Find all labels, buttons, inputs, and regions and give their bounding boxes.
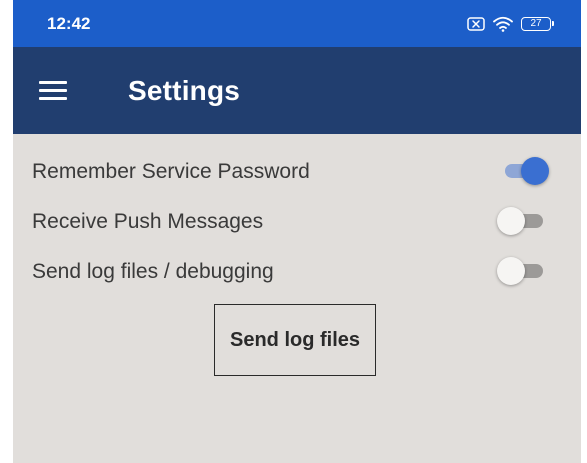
- toggle-thumb: [497, 257, 525, 285]
- setting-label: Receive Push Messages: [32, 210, 264, 233]
- setting-row-send-log-files: Send log files / debugging: [13, 252, 581, 292]
- setting-row-push-messages: Receive Push Messages: [13, 202, 581, 242]
- hamburger-menu-icon: [39, 81, 67, 101]
- setting-row-remember-password: Remember Service Password: [13, 152, 581, 192]
- toggle-thumb: [497, 207, 525, 235]
- status-bar: 12:42 27: [13, 0, 581, 47]
- app-screen: 12:42 27 Settings Remember Service Passw…: [13, 0, 581, 463]
- app-bar: Settings: [13, 47, 581, 134]
- status-icons: 27: [467, 14, 554, 34]
- toggle-thumb: [521, 157, 549, 185]
- status-time: 12:42: [47, 14, 91, 33]
- send-log-files-toggle[interactable]: [497, 257, 545, 285]
- send-log-files-button[interactable]: Send log files: [214, 304, 376, 376]
- remember-password-toggle[interactable]: [503, 157, 549, 185]
- page-title: Settings: [128, 75, 241, 106]
- setting-label: Remember Service Password: [32, 160, 310, 183]
- setting-label: Send log files / debugging: [32, 260, 274, 283]
- hamburger-menu-button[interactable]: [31, 69, 75, 113]
- battery-icon: 27: [521, 17, 554, 31]
- notification-x-icon: [467, 17, 485, 31]
- wifi-icon: [493, 16, 513, 32]
- push-messages-toggle[interactable]: [497, 207, 545, 235]
